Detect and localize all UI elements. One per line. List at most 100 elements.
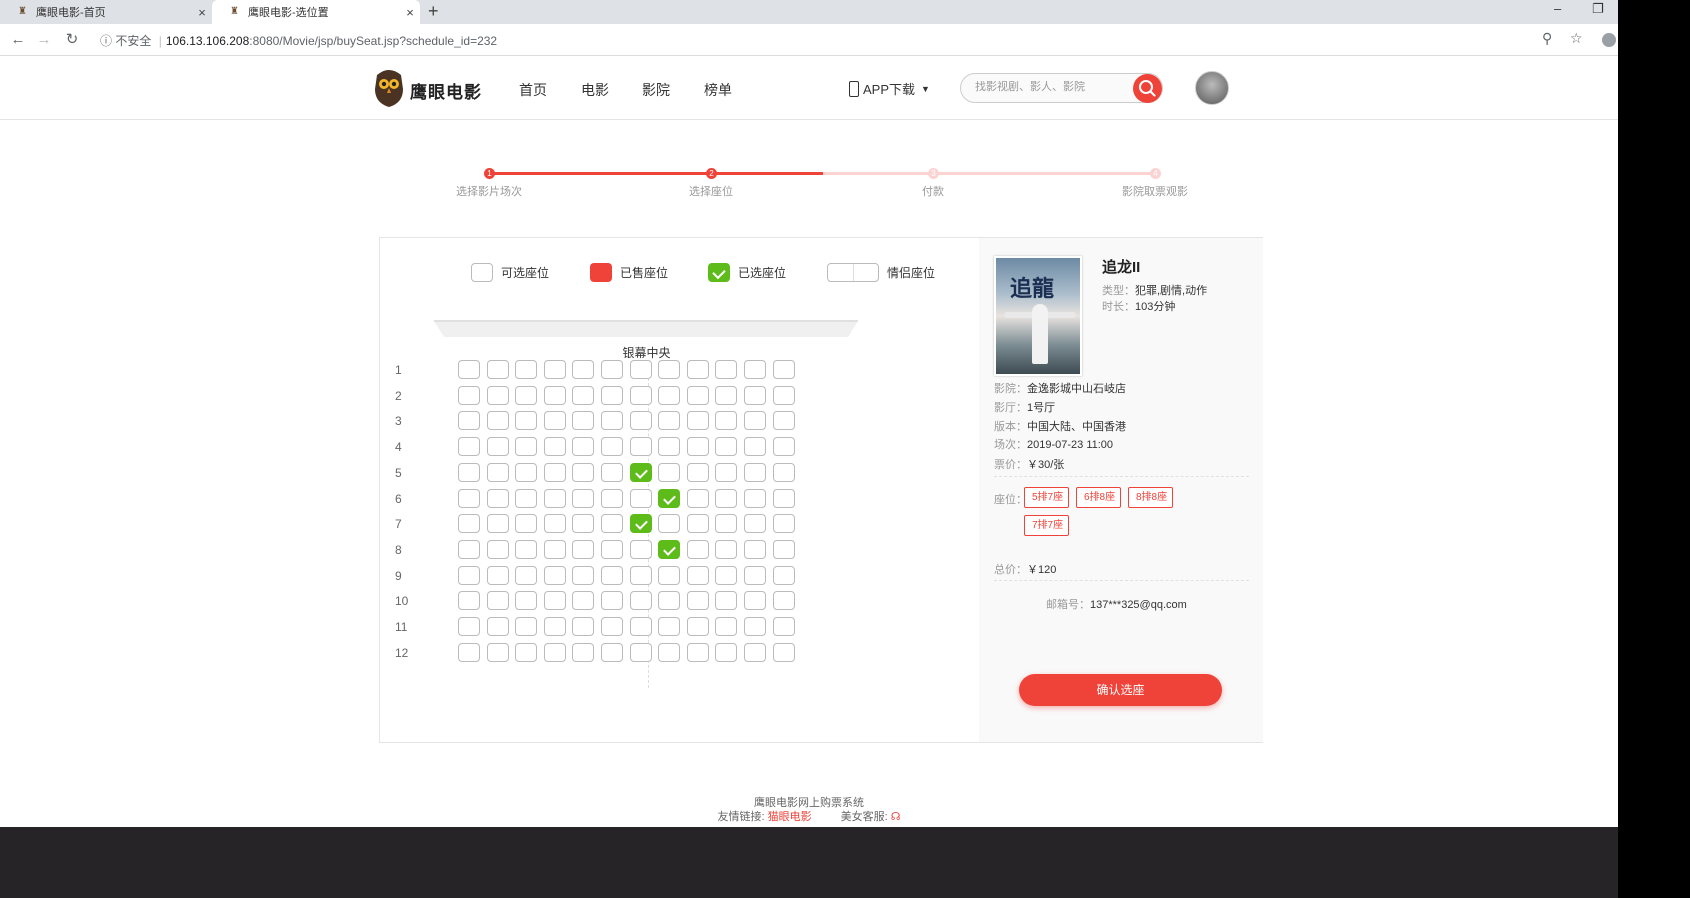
seat-available[interactable] <box>658 591 681 611</box>
seat-available[interactable] <box>486 539 509 559</box>
seat-available[interactable] <box>772 539 795 559</box>
seat-available[interactable] <box>458 642 480 662</box>
seat-available[interactable] <box>715 591 738 611</box>
seat-available[interactable] <box>744 437 766 457</box>
seat-available[interactable] <box>686 539 709 559</box>
tab-home[interactable]: ♜ 鹰眼电影-首页 × <box>0 0 212 24</box>
nav-home[interactable]: 首页 <box>519 80 547 100</box>
seat-available[interactable] <box>601 539 623 559</box>
seat-available[interactable] <box>601 462 623 482</box>
close-tab-icon[interactable]: × <box>400 5 420 20</box>
seat-available[interactable] <box>772 514 795 534</box>
seat-available[interactable] <box>744 514 766 534</box>
seat-available[interactable] <box>744 617 766 636</box>
minimize-button[interactable]: – <box>1554 0 1561 20</box>
url-field[interactable]: ⓘ 不安全 | 106.13.106.208:8080/Movie/jsp/buy… <box>100 32 497 49</box>
seat-ticket[interactable]: 6排8座 <box>1076 487 1122 508</box>
seat-available[interactable] <box>744 565 766 585</box>
seat-available[interactable] <box>543 360 566 379</box>
seat-available[interactable] <box>458 539 480 559</box>
seat-ticket[interactable]: 5排7座 <box>1024 487 1070 508</box>
seat-available[interactable] <box>658 514 681 534</box>
seat-available[interactable] <box>715 411 738 431</box>
seat-available[interactable] <box>515 642 538 662</box>
seat-available[interactable] <box>686 360 709 379</box>
seat-available[interactable] <box>572 642 595 662</box>
zoom-icon[interactable]: ⚲ <box>1542 30 1552 47</box>
seat-available[interactable] <box>458 411 480 431</box>
seat-available[interactable] <box>572 617 595 636</box>
owl-logo-icon[interactable] <box>373 67 405 107</box>
seat-available[interactable] <box>543 591 566 611</box>
seat-available[interactable] <box>486 462 509 482</box>
seat-available[interactable] <box>744 488 766 508</box>
seat-selected[interactable] <box>658 488 681 508</box>
seat-available[interactable] <box>629 385 652 405</box>
seat-available[interactable] <box>515 591 538 611</box>
close-tab-icon[interactable]: × <box>192 5 212 20</box>
user-avatar[interactable] <box>1195 71 1229 105</box>
seat-available[interactable] <box>686 411 709 431</box>
seat-available[interactable] <box>744 462 766 482</box>
seat-available[interactable] <box>486 514 509 534</box>
seat-available[interactable] <box>715 488 738 508</box>
seat-available[interactable] <box>572 565 595 585</box>
seat-selected[interactable] <box>629 514 652 534</box>
seat-available[interactable] <box>686 488 709 508</box>
seat-available[interactable] <box>515 360 538 379</box>
seat-available[interactable] <box>543 514 566 534</box>
seat-available[interactable] <box>658 437 681 457</box>
seat-available[interactable] <box>458 565 480 585</box>
seat-available[interactable] <box>458 437 480 457</box>
seat-available[interactable] <box>629 591 652 611</box>
logo-text[interactable]: 鹰眼电影 <box>410 78 482 103</box>
seat-available[interactable] <box>715 437 738 457</box>
seat-available[interactable] <box>629 488 652 508</box>
seat-available[interactable] <box>772 437 795 457</box>
seat-available[interactable] <box>458 617 480 636</box>
seat-available[interactable] <box>772 565 795 585</box>
seat-available[interactable] <box>572 514 595 534</box>
seat-available[interactable] <box>686 642 709 662</box>
seat-available[interactable] <box>572 591 595 611</box>
seat-available[interactable] <box>629 642 652 662</box>
seat-available[interactable] <box>543 488 566 508</box>
seat-available[interactable] <box>715 514 738 534</box>
seat-available[interactable] <box>458 385 480 405</box>
seat-available[interactable] <box>629 565 652 585</box>
seat-available[interactable] <box>686 514 709 534</box>
new-tab-button[interactable]: + <box>428 0 439 24</box>
seat-available[interactable] <box>572 411 595 431</box>
seat-available[interactable] <box>543 437 566 457</box>
seat-available[interactable] <box>543 385 566 405</box>
seat-available[interactable] <box>486 411 509 431</box>
app-download[interactable]: APP下载 ▼ <box>849 79 930 98</box>
seat-available[interactable] <box>543 617 566 636</box>
seat-available[interactable] <box>686 591 709 611</box>
seat-available[interactable] <box>543 565 566 585</box>
restore-button[interactable]: ❐ <box>1592 0 1604 20</box>
seat-ticket[interactable]: 7排7座 <box>1024 515 1070 536</box>
back-icon[interactable]: ← <box>8 30 28 50</box>
seat-available[interactable] <box>458 488 480 508</box>
seat-available[interactable] <box>601 385 623 405</box>
seat-available[interactable] <box>686 565 709 585</box>
seat-available[interactable] <box>744 642 766 662</box>
headset-icon[interactable]: ☊ <box>891 811 901 823</box>
seat-available[interactable] <box>601 411 623 431</box>
seat-available[interactable] <box>715 360 738 379</box>
seat-available[interactable] <box>629 411 652 431</box>
seat-available[interactable] <box>772 462 795 482</box>
seat-available[interactable] <box>772 642 795 662</box>
seat-available[interactable] <box>772 411 795 431</box>
seat-available[interactable] <box>658 385 681 405</box>
seat-available[interactable] <box>744 591 766 611</box>
seat-available[interactable] <box>601 642 623 662</box>
seat-available[interactable] <box>715 539 738 559</box>
seat-available[interactable] <box>572 437 595 457</box>
seat-available[interactable] <box>744 539 766 559</box>
seat-available[interactable] <box>686 385 709 405</box>
seat-available[interactable] <box>686 462 709 482</box>
seat-available[interactable] <box>629 360 652 379</box>
seat-available[interactable] <box>601 360 623 379</box>
